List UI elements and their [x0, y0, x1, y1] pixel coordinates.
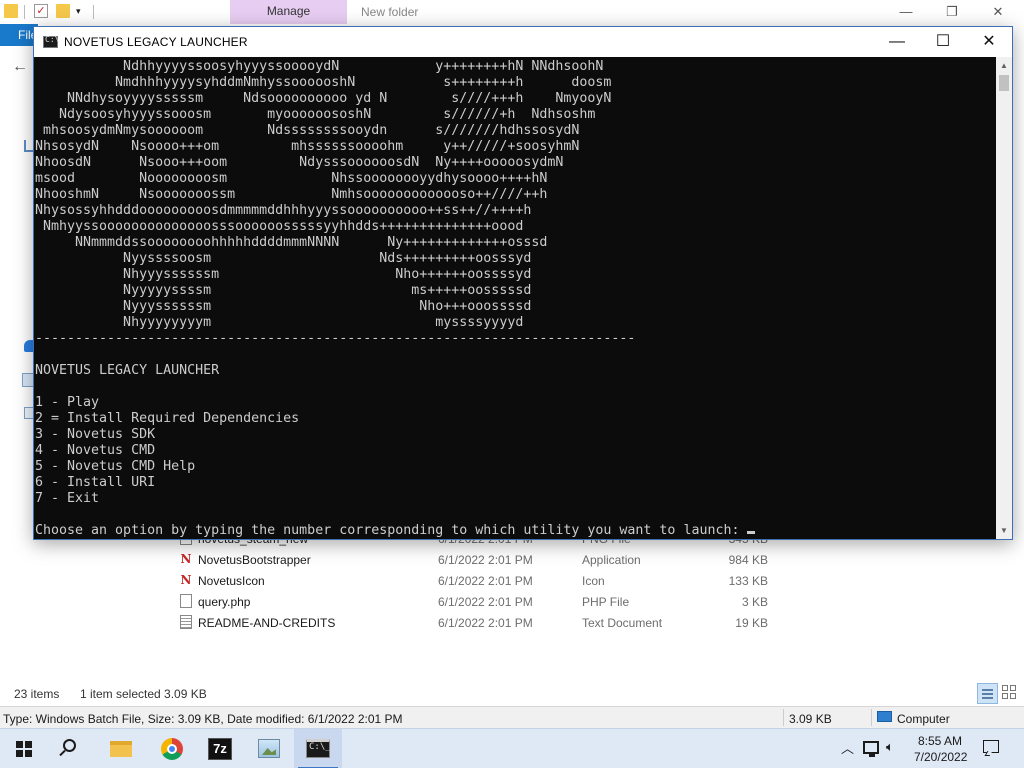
file-explorer-icon [110, 741, 132, 757]
search-button[interactable] [48, 729, 96, 768]
clock-date: 7/20/2022 [914, 750, 968, 764]
menu-option-cmd-help: 5 - Novetus CMD Help [35, 459, 196, 474]
table-row[interactable]: N NovetusIcon 6/1/2022 2:01 PM Icon 133 … [175, 570, 795, 591]
divider [783, 709, 784, 726]
file-name: query.php [198, 595, 251, 609]
notification-center-icon[interactable] [983, 740, 999, 753]
divider [871, 709, 872, 726]
file-date: 6/1/2022 2:01 PM [438, 574, 533, 588]
file-type: Icon [582, 574, 605, 588]
command-prompt-icon: C:\_ [306, 739, 331, 758]
console-window-title: NOVETUS LEGACY LAUNCHER [64, 35, 248, 49]
ascii-art-logo: NdhhyyyyssoosyhyyyssooooydN y++++++++hN … [35, 59, 636, 346]
console-titlebar[interactable]: C:\ NOVETUS LEGACY LAUNCHER — ☐ ✕ [34, 27, 1012, 57]
clock-time: 8:55 AM [917, 734, 963, 748]
console-text: NdhhyyyyssoosyhyyyssooooydN y++++++++hN … [35, 59, 756, 539]
customize-quick-access-icon[interactable]: ▾ [76, 4, 90, 18]
taskbar-file-explorer[interactable] [97, 729, 145, 768]
7zip-icon: 7z [208, 738, 232, 760]
explorer-window-title: New folder [361, 5, 419, 19]
console-minimize-button[interactable]: — [874, 27, 920, 57]
selection-info: 1 item selected 3.09 KB [80, 687, 207, 701]
toolbar-divider [24, 5, 25, 19]
chevron-up-icon[interactable]: ︿ [841, 738, 854, 757]
taskbar-chrome[interactable] [148, 729, 196, 768]
taskbar-7zip[interactable]: 7z [196, 729, 244, 768]
file-size: 3 KB [741, 595, 768, 609]
file-type: Text Document [582, 616, 663, 630]
explorer-minimize-button[interactable]: — [883, 2, 929, 22]
file-date: 6/1/2022 2:01 PM [438, 553, 533, 567]
status-bar: 23 items 1 item selected 3.09 KB [0, 683, 1024, 705]
menu-option-play: 1 - Play [35, 395, 100, 410]
new-folder-icon[interactable] [56, 4, 70, 18]
menu-option-sdk: 3 - Novetus SDK [35, 427, 156, 442]
menu-option-install-uri: 6 - Install URI [35, 475, 156, 490]
file-name: NovetusBootstrapper [198, 553, 311, 567]
table-row[interactable]: query.php 6/1/2022 2:01 PM PHP File 3 KB [175, 591, 795, 612]
taskbar-screenshot-app[interactable] [245, 729, 293, 768]
taskbar-command-prompt[interactable]: C:\_ [294, 729, 342, 768]
file-name: NovetusIcon [198, 574, 265, 588]
search-icon [63, 739, 76, 752]
back-arrow-icon[interactable]: ← [12, 58, 28, 76]
large-icons-view-icon[interactable] [1002, 685, 1018, 701]
taskbar: 7z C:\_ ︿ 🔈︎ 8:55 AM 7/20/2022 [0, 728, 1024, 768]
table-row[interactable]: README-AND-CREDITS 6/1/2022 2:01 PM Text… [175, 612, 795, 633]
start-icon [16, 741, 32, 757]
network-icon[interactable] [863, 741, 879, 757]
file-type: PHP File [582, 595, 630, 609]
item-count: 23 items [14, 687, 60, 701]
console-maximize-button[interactable]: ☐ [920, 27, 966, 57]
file-size: 984 KB [728, 553, 768, 567]
console-output[interactable]: NdhhyyyyssoosyhyyyssooooydN y++++++++hN … [34, 57, 996, 539]
menu-option-dependencies: 2 = Install Required Dependencies [35, 411, 300, 426]
table-row[interactable]: N NovetusBootstrapper 6/1/2022 2:01 PM A… [175, 549, 795, 570]
menu-option-exit: 7 - Exit [35, 491, 100, 506]
explorer-restore-button[interactable]: ❐ [929, 2, 975, 22]
screenshot-app-icon [258, 739, 280, 758]
location-label: Computer [897, 712, 950, 726]
tab-manage[interactable]: Manage [230, 0, 347, 24]
file-date: 6/1/2022 2:01 PM [438, 595, 533, 609]
novetus-icon: N [180, 573, 192, 587]
start-button[interactable] [0, 729, 48, 768]
novetus-icon: N [180, 552, 192, 566]
scrollbar-thumb[interactable] [999, 75, 1009, 91]
details-bar: Type: Windows Batch File, Size: 3.09 KB,… [0, 706, 1024, 728]
details-view-icon[interactable] [977, 683, 998, 704]
toolbar-divider [93, 5, 94, 19]
file-date: 6/1/2022 2:01 PM [438, 616, 533, 630]
chrome-icon [161, 738, 183, 760]
console-app-icon[interactable]: C:\ [43, 35, 59, 48]
system-clock[interactable]: 8:55 AM 7/20/2022 [914, 733, 968, 765]
text-file-icon [180, 615, 192, 629]
file-size: 133 KB [728, 574, 768, 588]
folder-icon[interactable] [4, 4, 18, 18]
file-size: 19 KB [735, 616, 768, 630]
volume-icon[interactable]: 🔈︎ [886, 739, 894, 755]
scroll-up-arrow-icon[interactable]: ▲ [996, 57, 1012, 74]
explorer-close-button[interactable]: ✕ [975, 2, 1021, 22]
computer-icon [877, 711, 892, 722]
text-cursor[interactable] [747, 531, 756, 534]
console-close-button[interactable]: ✕ [966, 27, 1012, 57]
menu-option-cmd: 4 - Novetus CMD [35, 443, 156, 458]
console-scrollbar[interactable]: ▲ ▼ [996, 57, 1012, 539]
selected-file-size: 3.09 KB [789, 712, 832, 726]
file-name: README-AND-CREDITS [198, 616, 336, 630]
selected-file-details: Type: Windows Batch File, Size: 3.09 KB,… [3, 712, 403, 726]
launcher-heading: NOVETUS LEGACY LAUNCHER [35, 363, 220, 378]
file-type: Application [582, 553, 641, 567]
console-prompt: Choose an option by typing the number co… [35, 523, 748, 538]
console-window[interactable]: C:\ NOVETUS LEGACY LAUNCHER — ☐ ✕ Ndhhyy… [33, 26, 1013, 540]
scroll-down-arrow-icon[interactable]: ▼ [996, 522, 1012, 539]
document-icon [180, 594, 192, 608]
properties-icon[interactable]: ✓ [34, 4, 48, 18]
explorer-titlebar: ✓ ▾ Manage New folder — ❐ ✕ [0, 0, 1024, 24]
